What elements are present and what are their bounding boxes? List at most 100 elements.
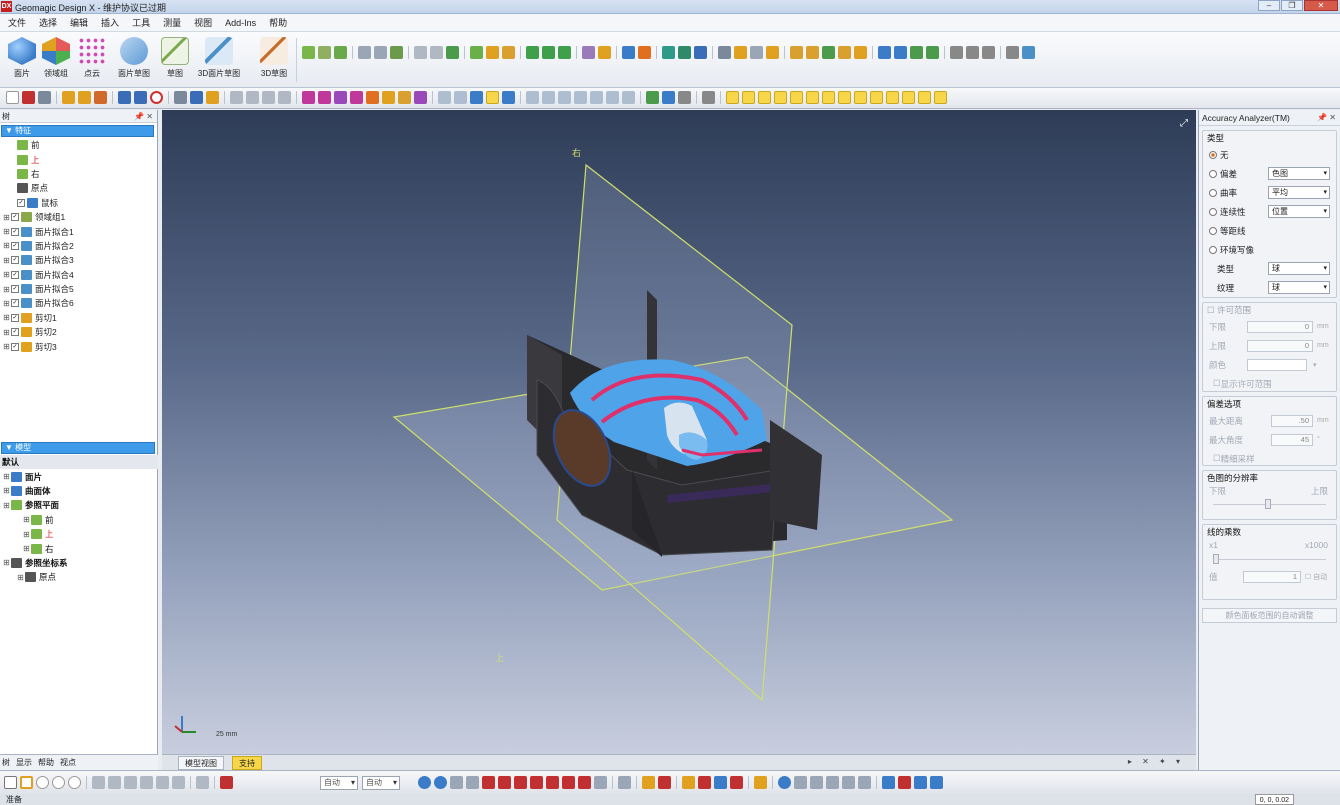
filter-icon[interactable]: [838, 91, 851, 104]
tool-icon[interactable]: [682, 776, 695, 789]
tool-icon[interactable]: [562, 776, 575, 789]
tool-icon[interactable]: [618, 776, 631, 789]
menu-insert[interactable]: 插入: [101, 16, 119, 29]
tool-icon[interactable]: [842, 776, 855, 789]
select-box-icon[interactable]: [20, 776, 33, 789]
new-icon[interactable]: [6, 91, 19, 104]
model-item[interactable]: ⊞ 原点: [0, 570, 158, 584]
zoom-icon[interactable]: [278, 91, 291, 104]
lower-limit-input[interactable]: 0: [1247, 320, 1313, 333]
fine-sampling-checkbox[interactable]: ☐ 精细采样: [1203, 449, 1336, 468]
view-icon[interactable]: [470, 91, 483, 104]
point-tool-icon[interactable]: [334, 46, 347, 59]
tool-icon[interactable]: [546, 776, 559, 789]
tool-icon[interactable]: [530, 776, 543, 789]
max-angle-input[interactable]: 45: [1271, 433, 1313, 446]
max-distance-input[interactable]: .50: [1271, 414, 1313, 427]
tool-icon[interactable]: [714, 776, 727, 789]
radio-button[interactable]: [1209, 245, 1217, 254]
model-item[interactable]: 默认: [0, 455, 158, 470]
ribbon-point-cloud-button[interactable]: 点云: [70, 37, 114, 79]
expand-icon[interactable]: ⊞: [2, 256, 11, 265]
tool-icon[interactable]: [78, 91, 91, 104]
menu-view[interactable]: 视图: [194, 16, 212, 29]
expand-icon[interactable]: ⊞: [22, 530, 31, 539]
view-icon[interactable]: [622, 91, 635, 104]
tab-tree[interactable]: 树: [2, 757, 10, 768]
view-icon[interactable]: [438, 91, 451, 104]
view-icon[interactable]: [486, 91, 499, 104]
expand-icon[interactable]: ⊞: [22, 544, 31, 553]
tool-icon[interactable]: [94, 91, 107, 104]
tool-icon[interactable]: [124, 776, 137, 789]
tab-support[interactable]: 支持: [232, 756, 262, 770]
tool-icon[interactable]: [482, 776, 495, 789]
radio-button[interactable]: [1209, 188, 1217, 197]
visibility-checkbox[interactable]: ✓: [11, 342, 19, 351]
tool-icon[interactable]: [662, 46, 675, 59]
save-icon[interactable]: [38, 91, 51, 104]
menu-addins[interactable]: Add-Ins: [225, 18, 256, 28]
tool-icon[interactable]: [498, 776, 511, 789]
visibility-checkbox[interactable]: ✓: [11, 285, 19, 294]
tool-icon[interactable]: [930, 776, 943, 789]
visibility-checkbox[interactable]: ✓: [11, 241, 19, 250]
feature-item[interactable]: ⊞ ✓ 面片拟合6: [0, 296, 157, 310]
tool-icon[interactable]: [582, 46, 595, 59]
filter-icon[interactable]: [934, 91, 947, 104]
view-icon[interactable]: [454, 91, 467, 104]
multiplier-slider[interactable]: [1203, 551, 1336, 567]
feature-item[interactable]: 原点: [0, 181, 157, 195]
ribbon-sketch-button[interactable]: 草图: [153, 37, 197, 79]
plane-tool-icon[interactable]: [302, 46, 315, 59]
tool-icon[interactable]: [486, 46, 499, 59]
option-select[interactable]: 位置: [1268, 205, 1330, 218]
radio-button[interactable]: [1209, 226, 1217, 235]
tool-icon[interactable]: [778, 776, 791, 789]
tool-icon[interactable]: [374, 46, 387, 59]
visibility-checkbox[interactable]: ✓: [11, 299, 19, 308]
tool-icon[interactable]: [446, 46, 459, 59]
tool-icon[interactable]: [838, 46, 851, 59]
tool-icon[interactable]: [702, 91, 715, 104]
menu-tools[interactable]: 工具: [132, 16, 150, 29]
filter-icon[interactable]: [758, 91, 771, 104]
tool-icon[interactable]: [108, 776, 121, 789]
tool-icon[interactable]: [502, 46, 515, 59]
radio-button[interactable]: [1209, 150, 1217, 159]
tool-icon[interactable]: [878, 46, 891, 59]
radio-button[interactable]: [1209, 169, 1217, 178]
model-item[interactable]: ⊞ 面片: [0, 469, 158, 483]
minimize-button[interactable]: –: [1258, 0, 1280, 11]
filter-icon[interactable]: [822, 91, 835, 104]
tool-icon[interactable]: [810, 776, 823, 789]
feature-item[interactable]: ⊞ ✓ 领域组1: [0, 210, 157, 224]
tool-icon[interactable]: [642, 776, 655, 789]
open-icon[interactable]: [22, 91, 35, 104]
option-select[interactable]: 色图: [1268, 167, 1330, 180]
multiplier-slider-knob[interactable]: [1213, 554, 1219, 564]
show-tolerance-checkbox[interactable]: ☐ 显示许可范围: [1203, 374, 1336, 393]
display-type-select[interactable]: 球: [1268, 262, 1330, 275]
expand-icon[interactable]: ⊞: [2, 486, 11, 495]
tab-model-view[interactable]: 模型视图: [178, 756, 224, 770]
pin-icon[interactable]: 📌 ✕: [134, 110, 153, 123]
view-icon[interactable]: [542, 91, 555, 104]
option-select[interactable]: 平均: [1268, 186, 1330, 199]
tool-icon[interactable]: [390, 46, 403, 59]
tool-icon[interactable]: [398, 91, 411, 104]
tool-icon[interactable]: [598, 46, 611, 59]
undo-icon[interactable]: [118, 91, 131, 104]
tool-icon[interactable]: [558, 46, 571, 59]
expand-icon[interactable]: ⊞: [2, 270, 11, 279]
tool-icon[interactable]: [414, 46, 427, 59]
filter-icon[interactable]: [918, 91, 931, 104]
feature-item[interactable]: 右: [0, 167, 157, 181]
visibility-checkbox[interactable]: ✓: [11, 227, 19, 236]
feature-tree-header[interactable]: ▼ 特征: [1, 125, 154, 137]
tool-icon[interactable]: [790, 46, 803, 59]
select-icon[interactable]: [36, 776, 49, 789]
line-tool-icon[interactable]: [318, 46, 331, 59]
expand-icon[interactable]: ⊞: [2, 299, 11, 308]
zoom-icon[interactable]: [246, 91, 259, 104]
